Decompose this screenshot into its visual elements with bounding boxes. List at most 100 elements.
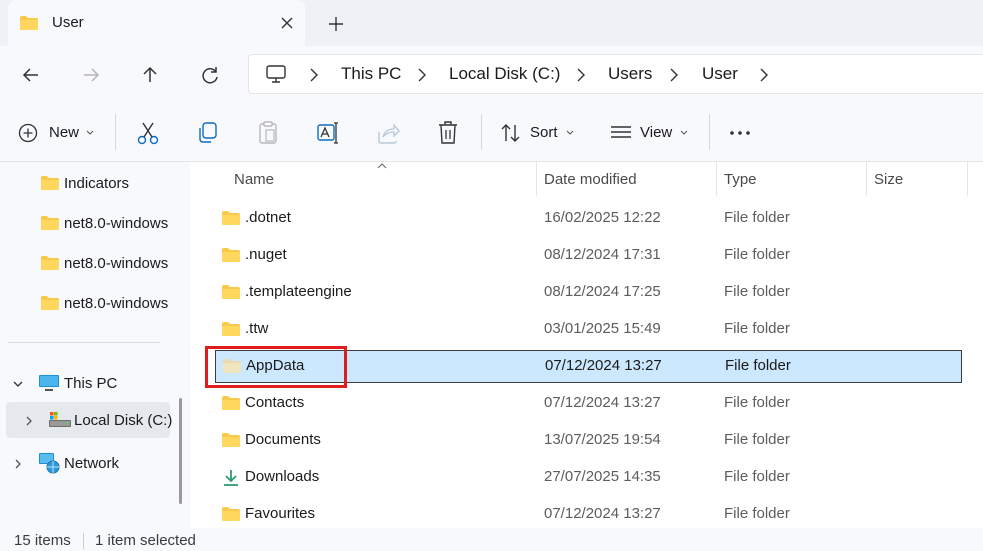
share-icon[interactable]: [376, 120, 400, 146]
sidebar-item-net8-windows[interactable]: net8.0-windows: [0, 285, 176, 321]
navigation-pane: Indicators net8.0-windows net8.0-windows…: [0, 162, 190, 528]
file-date: 08/12/2024 17:31: [544, 246, 661, 263]
chevron-right-icon[interactable]: [757, 67, 771, 83]
folder-icon: [41, 176, 59, 190]
tab-user[interactable]: User: [8, 0, 305, 46]
sort-label: Sort: [530, 124, 558, 141]
table-row[interactable]: .nuget 08/12/2024 17:31 File folder: [212, 239, 962, 272]
sort-icon: [501, 124, 520, 142]
trash-icon[interactable]: [437, 120, 459, 146]
toolbar-divider: [115, 114, 116, 150]
plus-icon[interactable]: [322, 10, 350, 38]
folder-icon: [222, 285, 240, 299]
sidebar-item-label: Local Disk (C:): [74, 412, 173, 429]
sidebar-item-label: Network: [64, 455, 120, 472]
new-label: New: [49, 124, 80, 141]
file-type: File folder: [724, 209, 790, 226]
chevron-down-icon: [566, 130, 574, 135]
sidebar-item-label: net8.0-windows: [64, 255, 169, 272]
file-date: 07/12/2024 13:27: [544, 394, 661, 411]
forward-arrow-icon[interactable]: [76, 60, 106, 90]
view-button[interactable]: View: [610, 120, 692, 146]
file-date: 08/12/2024 17:25: [544, 283, 661, 300]
monitor-icon: [266, 65, 286, 83]
file-type: File folder: [724, 468, 790, 485]
table-row[interactable]: .dotnet 16/02/2025 12:22 File folder: [212, 202, 962, 235]
file-name: Documents: [245, 431, 321, 448]
folder-icon: [222, 248, 240, 262]
table-row[interactable]: .templateengine 08/12/2024 17:25 File fo…: [212, 276, 962, 309]
network-icon: [39, 453, 60, 474]
command-bar: New Sort View: [0, 102, 983, 162]
paste-icon[interactable]: [257, 120, 279, 146]
table-row[interactable]: Contacts 07/12/2024 13:27 File folder: [212, 387, 962, 420]
chevron-right-icon[interactable]: [415, 67, 429, 83]
up-arrow-icon[interactable]: [135, 60, 165, 90]
sidebar-scrollbar[interactable]: [179, 398, 182, 504]
chevron-right-icon[interactable]: [23, 415, 35, 427]
address-bar[interactable]: This PC Local Disk (C:) Users User: [248, 54, 983, 94]
file-date: 16/02/2025 12:22: [544, 209, 661, 226]
column-header-date[interactable]: Date modified: [537, 162, 716, 198]
refresh-icon[interactable]: [195, 60, 225, 90]
sidebar-item-local-disk[interactable]: Local Disk (C:): [6, 402, 173, 438]
copy-icon[interactable]: [197, 120, 219, 146]
close-icon[interactable]: [274, 10, 300, 36]
chevron-right-icon[interactable]: [307, 67, 321, 83]
chevron-right-icon[interactable]: [574, 67, 588, 83]
breadcrumb-users[interactable]: Users: [608, 64, 652, 84]
file-type: File folder: [724, 320, 790, 337]
file-date: 13/07/2025 19:54: [544, 431, 661, 448]
monitor-icon: [39, 375, 59, 391]
status-bar: 15 items 1 item selected: [0, 528, 983, 551]
file-date: 07/12/2024 13:27: [545, 357, 662, 374]
column-header-label: Size: [874, 171, 904, 188]
file-type: File folder: [724, 505, 790, 522]
folder-icon: [41, 216, 59, 230]
chevron-right-icon[interactable]: [12, 458, 24, 470]
download-icon: [224, 470, 238, 486]
file-name: Favourites: [245, 505, 316, 522]
status-selection: 1 item selected: [95, 532, 196, 549]
sidebar-item-net8-windows[interactable]: net8.0-windows: [0, 205, 176, 241]
back-arrow-icon[interactable]: [16, 60, 46, 90]
folder-icon: [222, 211, 240, 225]
rename-icon[interactable]: [316, 120, 340, 146]
file-type: File folder: [724, 394, 790, 411]
file-name: .ttw: [245, 320, 269, 337]
more-icon[interactable]: [728, 120, 752, 146]
column-header-size[interactable]: Size: [867, 162, 967, 198]
sidebar-item-network[interactable]: Network: [0, 445, 176, 481]
toolbar-divider: [709, 114, 710, 150]
status-item-count: 15 items: [14, 532, 71, 549]
breadcrumb-this-pc[interactable]: This PC: [341, 64, 401, 84]
sort-button[interactable]: Sort: [500, 120, 580, 146]
file-date: 27/07/2025 14:35: [544, 468, 661, 485]
sidebar-item-net8-windows[interactable]: net8.0-windows: [0, 245, 176, 281]
column-separator[interactable]: [967, 162, 968, 196]
chevron-down-icon[interactable]: [12, 378, 24, 390]
tab-title: User: [52, 14, 84, 31]
new-button[interactable]: New: [16, 120, 100, 146]
sidebar-item-indicators[interactable]: Indicators: [0, 165, 176, 201]
breadcrumb-user[interactable]: User: [702, 64, 738, 84]
table-row[interactable]: Documents 13/07/2025 19:54 File folder: [212, 424, 962, 457]
file-type: File folder: [725, 357, 791, 374]
breadcrumb-local-disk[interactable]: Local Disk (C:): [449, 64, 560, 84]
scissors-icon[interactable]: [137, 120, 159, 146]
sidebar-item-label: net8.0-windows: [64, 295, 169, 312]
plus-circle-icon: [18, 123, 38, 143]
sidebar-item-label: net8.0-windows: [64, 215, 169, 232]
table-row[interactable]: Favourites 07/12/2024 13:27 File folder: [212, 498, 962, 531]
column-header-label: Type: [724, 171, 757, 188]
table-row[interactable]: Downloads 27/07/2025 14:35 File folder: [212, 461, 962, 494]
chevron-right-icon[interactable]: [667, 67, 681, 83]
file-name: Downloads: [245, 468, 320, 485]
file-name: Contacts: [245, 394, 305, 411]
column-header-name[interactable]: Name: [220, 162, 536, 198]
file-name: .templateengine: [245, 283, 352, 300]
sidebar-item-this-pc[interactable]: This PC: [0, 365, 176, 401]
table-row[interactable]: .ttw 03/01/2025 15:49 File folder: [212, 313, 962, 346]
column-header-type[interactable]: Type: [717, 162, 866, 198]
folder-icon: [41, 296, 59, 310]
